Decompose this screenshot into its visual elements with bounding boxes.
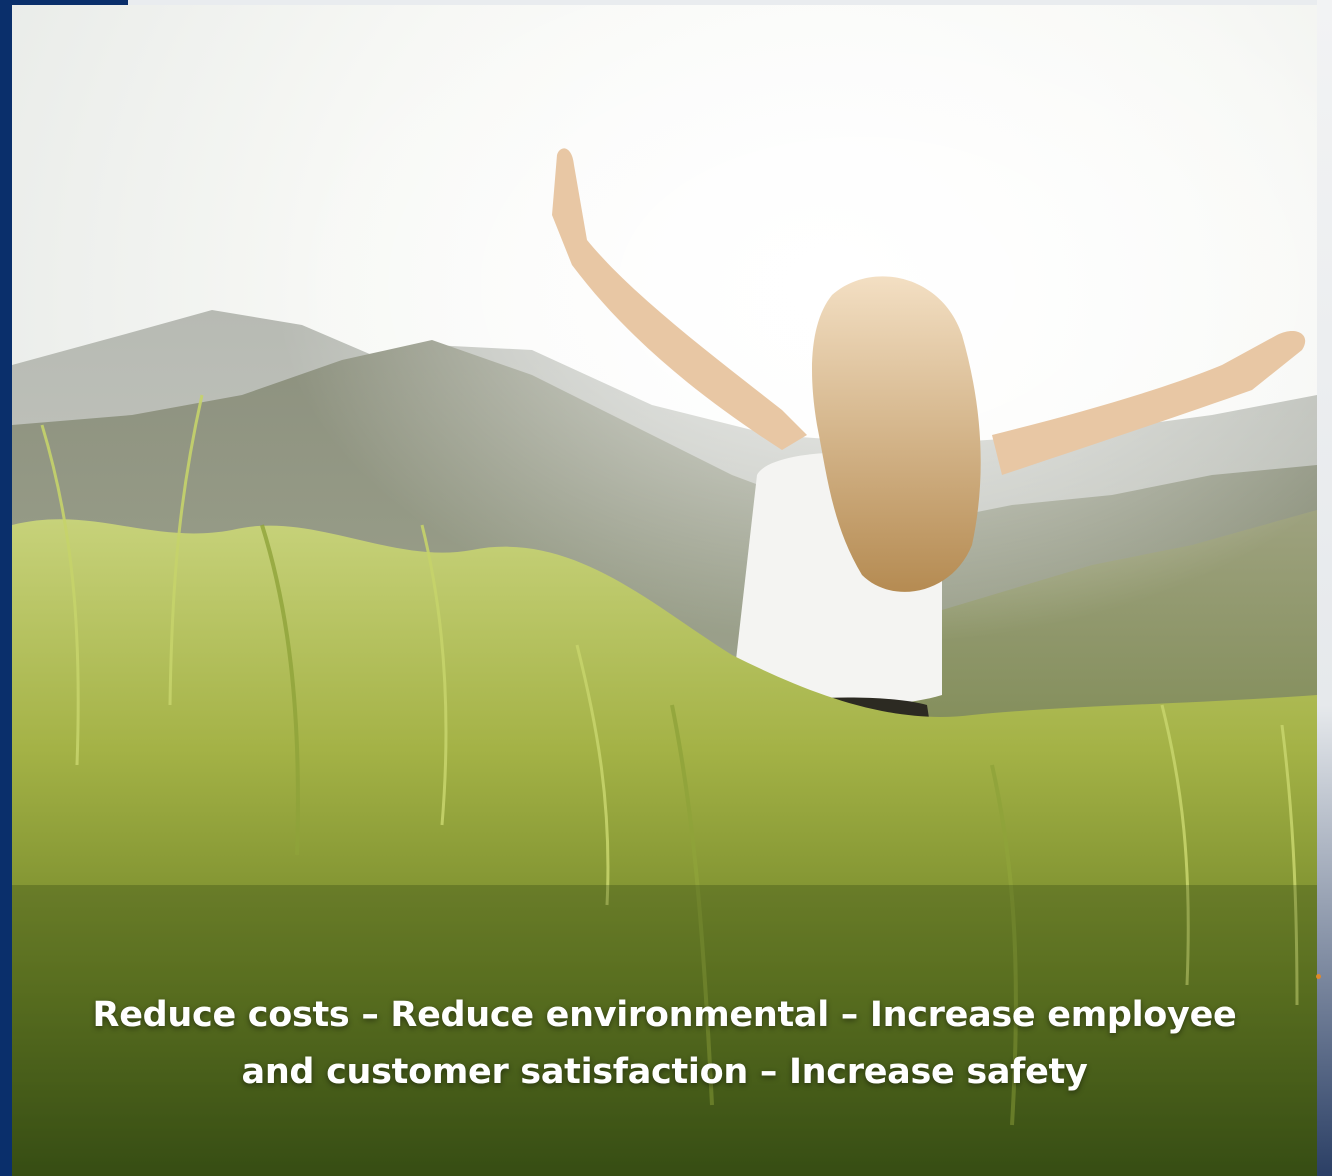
orange-marker-dot — [1316, 974, 1321, 979]
caption-line-1: Reduce costs – Reduce environmental – In… — [92, 995, 1237, 1035]
slide-caption: Reduce costs – Reduce environmental – In… — [12, 987, 1317, 1101]
slide-right-edge — [1317, 0, 1332, 1176]
caption-line-2: and customer satisfaction – Increase saf… — [241, 1052, 1088, 1092]
